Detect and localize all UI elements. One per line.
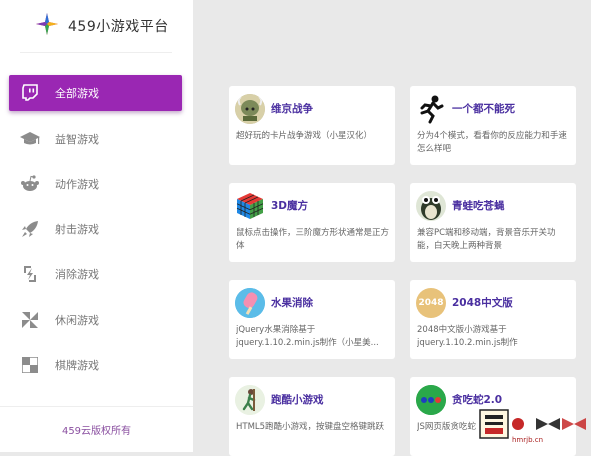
game-card[interactable]: 2048 2048中文版 2048中文版小游戏基于jquery.1.10.2.m…: [410, 280, 576, 359]
divider: [20, 52, 172, 53]
sidebar-item-label: 动作游戏: [55, 178, 99, 191]
game-description: 兼容PC端和移动端，背景音乐开关功能，白天晚上两种背景: [417, 228, 556, 251]
snake-icon: [416, 385, 446, 415]
parkour-icon: [235, 385, 265, 415]
sidebar-item-all-games[interactable]: 全部游戏: [9, 75, 182, 111]
game-title: 3D魔方: [271, 200, 309, 212]
game-title: 维京战争: [271, 103, 313, 115]
game-card[interactable]: 青蛙吃苍蝇 兼容PC端和移动端，背景音乐开关功能，白天晚上两种背景: [410, 183, 576, 262]
game-title: 青蛙吃苍蝇: [452, 200, 505, 212]
game-description: 鼠标点击操作，三阶魔方形状通常是正方体: [236, 228, 390, 251]
game-card[interactable]: 跑酷小游戏 HTML5跑酷小游戏，按键盘空格键跳跃: [229, 377, 395, 456]
star-logo-icon: [36, 13, 58, 39]
sidebar-item-label: 棋牌游戏: [55, 359, 99, 372]
sidebar-item-board-games[interactable]: 棋牌游戏: [9, 347, 182, 383]
popsicle-icon: [235, 288, 265, 318]
checker-icon: [19, 354, 41, 376]
lightning-box-icon: [19, 263, 41, 285]
game-title: 2048中文版: [452, 297, 513, 309]
graduation-cap-icon: [19, 128, 41, 150]
running-man-icon: [416, 94, 446, 124]
game-card[interactable]: 维京战争 超好玩的卡片战争游戏（小星汉化）: [229, 86, 395, 165]
reddit-icon: [19, 173, 41, 195]
rubiks-cube-icon: [235, 191, 265, 221]
app-logo[interactable]: 459小游戏平台: [36, 12, 169, 40]
sidebar-item-puzzle-games[interactable]: 益智游戏: [9, 121, 182, 157]
sidebar-item-label: 消除游戏: [55, 268, 99, 281]
game-title: 水果消除: [271, 297, 313, 309]
sidebar: 459小游戏平台 全部游戏 益智游戏 动作游戏 射击游戏 消除游戏 休闲游戏 棋…: [0, 0, 193, 452]
game-description: HTML5跑酷小游戏，按键盘空格键跳跃: [236, 422, 385, 432]
game-description: jQuery水果消除基于jquery.1.10.2.min.js制作（小星美..…: [236, 325, 379, 348]
viking-icon: [235, 94, 265, 124]
game-description: 分为4个模式，看看你的反应能力和手速怎么样吧: [417, 131, 567, 154]
frog-icon: [416, 191, 446, 221]
game-title: 跑酷小游戏: [271, 394, 324, 406]
game-card[interactable]: 3D魔方 鼠标点击操作，三阶魔方形状通常是正方体: [229, 183, 395, 262]
sidebar-item-label: 射击游戏: [55, 223, 99, 236]
sidebar-item-label: 益智游戏: [55, 133, 99, 146]
sidebar-item-action-games[interactable]: 动作游戏: [9, 166, 182, 202]
2048-icon-text: 2048: [418, 298, 444, 308]
2048-icon: 2048: [416, 288, 446, 318]
divider: [0, 406, 193, 407]
sidebar-item-label: 全部游戏: [55, 87, 99, 100]
copyright-footer: 459云版权所有: [61, 426, 132, 437]
app-title: 459小游戏平台: [68, 19, 169, 35]
game-card[interactable]: 一个都不能死 分为4个模式，看看你的反应能力和手速怎么样吧: [410, 86, 576, 165]
rocket-icon: [19, 218, 41, 240]
game-title: 一个都不能死: [452, 103, 515, 115]
game-grid: 维京战争 超好玩的卡片战争游戏（小星汉化） 一个都不能死 分为4个模式，看看你的…: [193, 52, 591, 456]
sidebar-item-casual-games[interactable]: 休闲游戏: [9, 302, 182, 338]
game-description: 超好玩的卡片战争游戏（小星汉化）: [236, 131, 373, 141]
watermark: hmrjb.cn: [476, 404, 588, 448]
game-card[interactable]: 水果消除 jQuery水果消除基于jquery.1.10.2.min.js制作（…: [229, 280, 395, 359]
watermark-text: hmrjb.cn: [512, 436, 544, 444]
twitch-icon: [19, 82, 41, 104]
sidebar-item-match-games[interactable]: 消除游戏: [9, 256, 182, 292]
sidebar-item-shooting-games[interactable]: 射击游戏: [9, 211, 182, 247]
sidebar-item-label: 休闲游戏: [55, 314, 99, 327]
game-description: 2048中文版小游戏基于jquery.1.10.2.min.js制作: [417, 325, 518, 348]
pinwheel-icon: [19, 309, 41, 331]
